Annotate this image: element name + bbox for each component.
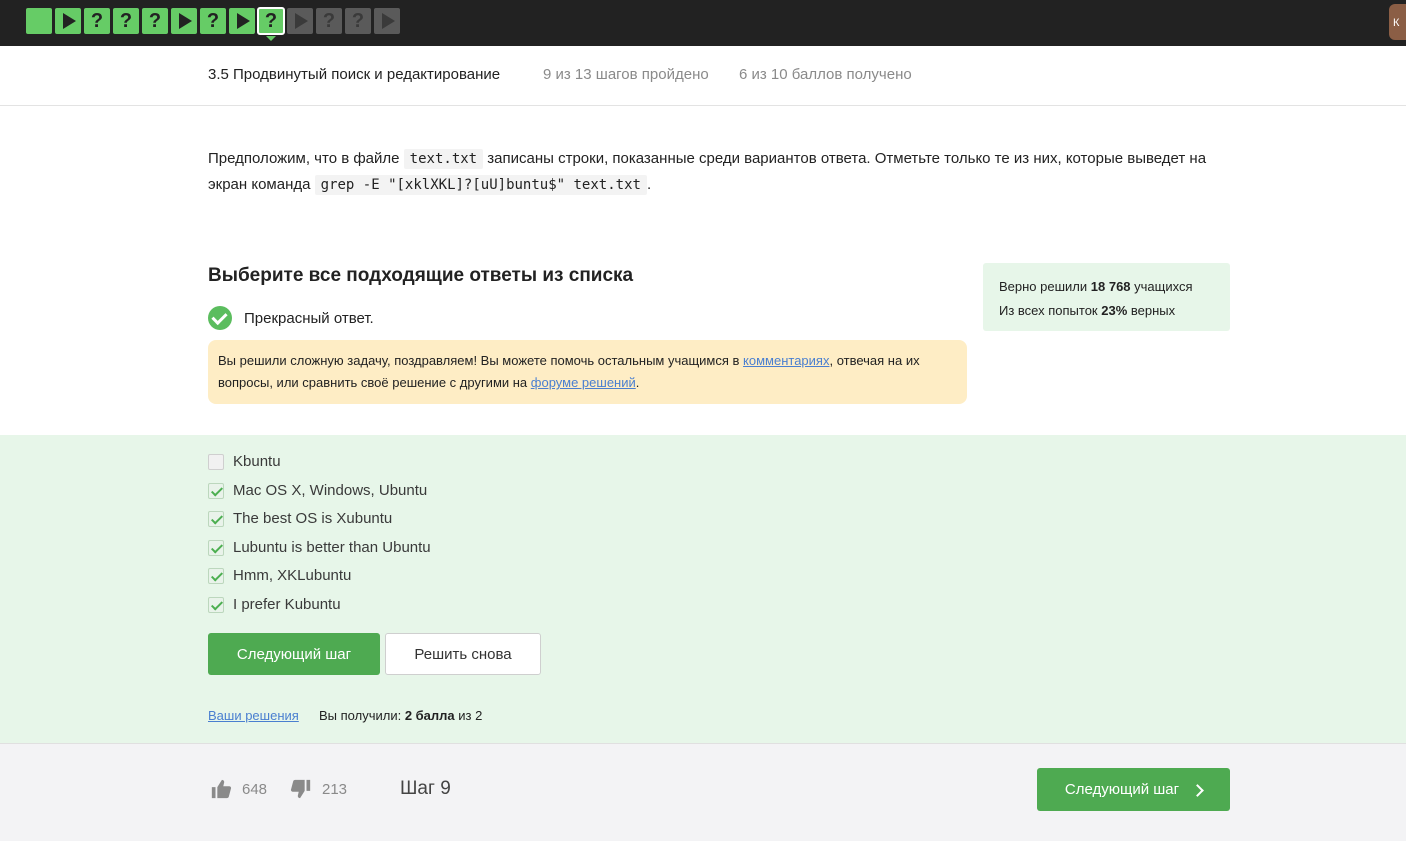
- inline-code: grep -E "[xklXKL]?[uU]buntu$" text.txt: [314, 175, 647, 195]
- footer-next-step-button[interactable]: Следующий шаг: [1037, 768, 1230, 811]
- answer-option-label: Kbuntu: [233, 453, 281, 470]
- step-5-button[interactable]: ?: [142, 8, 168, 34]
- congrats-notice: Вы решили сложную задачу, поздравляем! В…: [208, 340, 967, 404]
- solve-again-button[interactable]: Решить снова: [385, 633, 541, 675]
- stats-attempts-line: Из всех попыток 23% верных: [999, 299, 1214, 323]
- quiz-icon: ?: [322, 9, 336, 32]
- step-11-button[interactable]: ?: [316, 8, 342, 34]
- choose-title: Выберите все подходящие ответы из списка: [208, 265, 634, 286]
- quiz-icon: ?: [264, 9, 278, 32]
- step-13-button[interactable]: [374, 8, 400, 34]
- lesson-score: 6 из 10 баллов получено: [739, 66, 912, 83]
- thumbs-up-icon: [211, 779, 232, 799]
- result-summary: Вы получили: 2 балла из 2: [319, 708, 482, 723]
- stats-text: Из всех попыток: [999, 303, 1102, 318]
- play-icon: [63, 13, 76, 29]
- lesson-progress: 9 из 13 шагов пройдено: [543, 66, 709, 83]
- top-navigation-bar: ? ? ? ? ? ? ? К: [0, 0, 1406, 46]
- current-step-marker: [266, 36, 276, 41]
- checkbox-checked[interactable]: [208, 567, 224, 584]
- step-3-button[interactable]: ?: [84, 8, 110, 34]
- like-button[interactable]: 648: [210, 778, 267, 800]
- checkbox-checked[interactable]: [208, 510, 224, 527]
- result-text: из 2: [454, 708, 483, 723]
- your-solutions-link[interactable]: Ваши решения: [208, 708, 299, 723]
- answer-option[interactable]: I prefer Kubuntu: [208, 596, 341, 613]
- step-2-button[interactable]: [55, 8, 81, 34]
- quiz-icon: ?: [148, 9, 162, 32]
- step-number-label: Шаг 9: [400, 778, 451, 799]
- lesson-title: 3.5 Продвинутый поиск и редактирование: [208, 66, 501, 83]
- thumbs-down-icon: [290, 779, 311, 799]
- answer-option-label: Lubuntu is better than Ubuntu: [233, 539, 431, 556]
- result-text: Вы получили:: [319, 708, 405, 723]
- lesson-header: 3.5 Продвинутый поиск и редактирование 9…: [0, 46, 1406, 106]
- correct-feedback: Прекрасный ответ.: [208, 306, 374, 330]
- play-icon: [179, 13, 192, 29]
- answer-option[interactable]: Kbuntu: [208, 453, 281, 470]
- chevron-right-icon: [1191, 783, 1204, 797]
- notice-text: Вы решили сложную задачу, поздравляем! В…: [218, 353, 744, 368]
- quiz-icon: ?: [351, 9, 365, 32]
- next-step-button[interactable]: Следующий шаг: [208, 633, 380, 675]
- solutions-forum-link[interactable]: форуме решений: [531, 375, 636, 390]
- solve-stats-panel: Верно решили 18 768 учащихся Из всех поп…: [983, 263, 1230, 331]
- step-7-button[interactable]: ?: [200, 8, 226, 34]
- like-count: 648: [242, 780, 268, 798]
- stats-text: учащихся: [1130, 279, 1193, 294]
- dislike-button[interactable]: 213: [290, 778, 347, 800]
- inline-code: text.txt: [403, 149, 484, 169]
- answer-option[interactable]: The best OS is Xubuntu: [208, 510, 392, 527]
- quiz-icon: ?: [90, 9, 104, 32]
- answer-option[interactable]: Hmm, XKLubuntu: [208, 567, 351, 584]
- stats-text: Верно решили: [999, 279, 1091, 294]
- checkbox-checked[interactable]: [208, 596, 224, 613]
- answer-section: Kbuntu Mac OS X, Windows, Ubuntu The bes…: [0, 435, 1406, 743]
- play-icon: [382, 13, 395, 29]
- step-footer: 648 213 Шаг 9 Следующий шаг: [0, 743, 1406, 841]
- answer-option-label: The best OS is Xubuntu: [233, 510, 393, 527]
- question-text-part: Предположим, что в файле: [208, 150, 404, 167]
- step-6-button[interactable]: [171, 8, 197, 34]
- answer-option-label: Hmm, XKLubuntu: [233, 567, 352, 584]
- step-8-button[interactable]: [229, 8, 255, 34]
- check-circle-icon: [208, 306, 232, 330]
- result-points: 2 балла: [404, 708, 455, 723]
- play-icon: [237, 13, 250, 29]
- stats-percent: 23%: [1101, 303, 1128, 318]
- step-10-button[interactable]: [287, 8, 313, 34]
- stats-solved-line: Верно решили 18 768 учащихся: [999, 275, 1214, 299]
- question-text: Предположим, что в файле text.txt записа…: [208, 146, 1218, 198]
- quiz-icon: ?: [206, 9, 220, 32]
- step-progress-bar: ? ? ? ? ? ? ?: [26, 7, 400, 41]
- notice-text: .: [635, 375, 640, 390]
- step-4-button[interactable]: ?: [113, 8, 139, 34]
- answer-option-label: Mac OS X, Windows, Ubuntu: [233, 482, 428, 499]
- checkbox-checked[interactable]: [208, 482, 224, 499]
- step-1-button[interactable]: [26, 8, 52, 34]
- comments-link[interactable]: комментариях: [743, 353, 829, 368]
- play-icon: [295, 13, 308, 29]
- checkbox[interactable]: [208, 453, 224, 470]
- stats-solved-count: 18 768: [1090, 279, 1131, 294]
- answer-option[interactable]: Lubuntu is better than Ubuntu: [208, 539, 431, 556]
- step-12-button[interactable]: ?: [345, 8, 371, 34]
- quiz-icon: ?: [119, 9, 133, 32]
- checkbox-checked[interactable]: [208, 539, 224, 556]
- answer-option-label: I prefer Kubuntu: [233, 596, 341, 613]
- footer-next-step-label: Следующий шаг: [1064, 781, 1180, 798]
- correct-feedback-text: Прекрасный ответ.: [244, 309, 374, 327]
- dislike-count: 213: [322, 780, 348, 798]
- step-9-button[interactable]: ?: [257, 7, 285, 41]
- answer-option[interactable]: Mac OS X, Windows, Ubuntu: [208, 482, 427, 499]
- stats-text: верных: [1127, 303, 1176, 318]
- question-text-part: .: [646, 176, 652, 193]
- avatar[interactable]: К: [1389, 4, 1406, 40]
